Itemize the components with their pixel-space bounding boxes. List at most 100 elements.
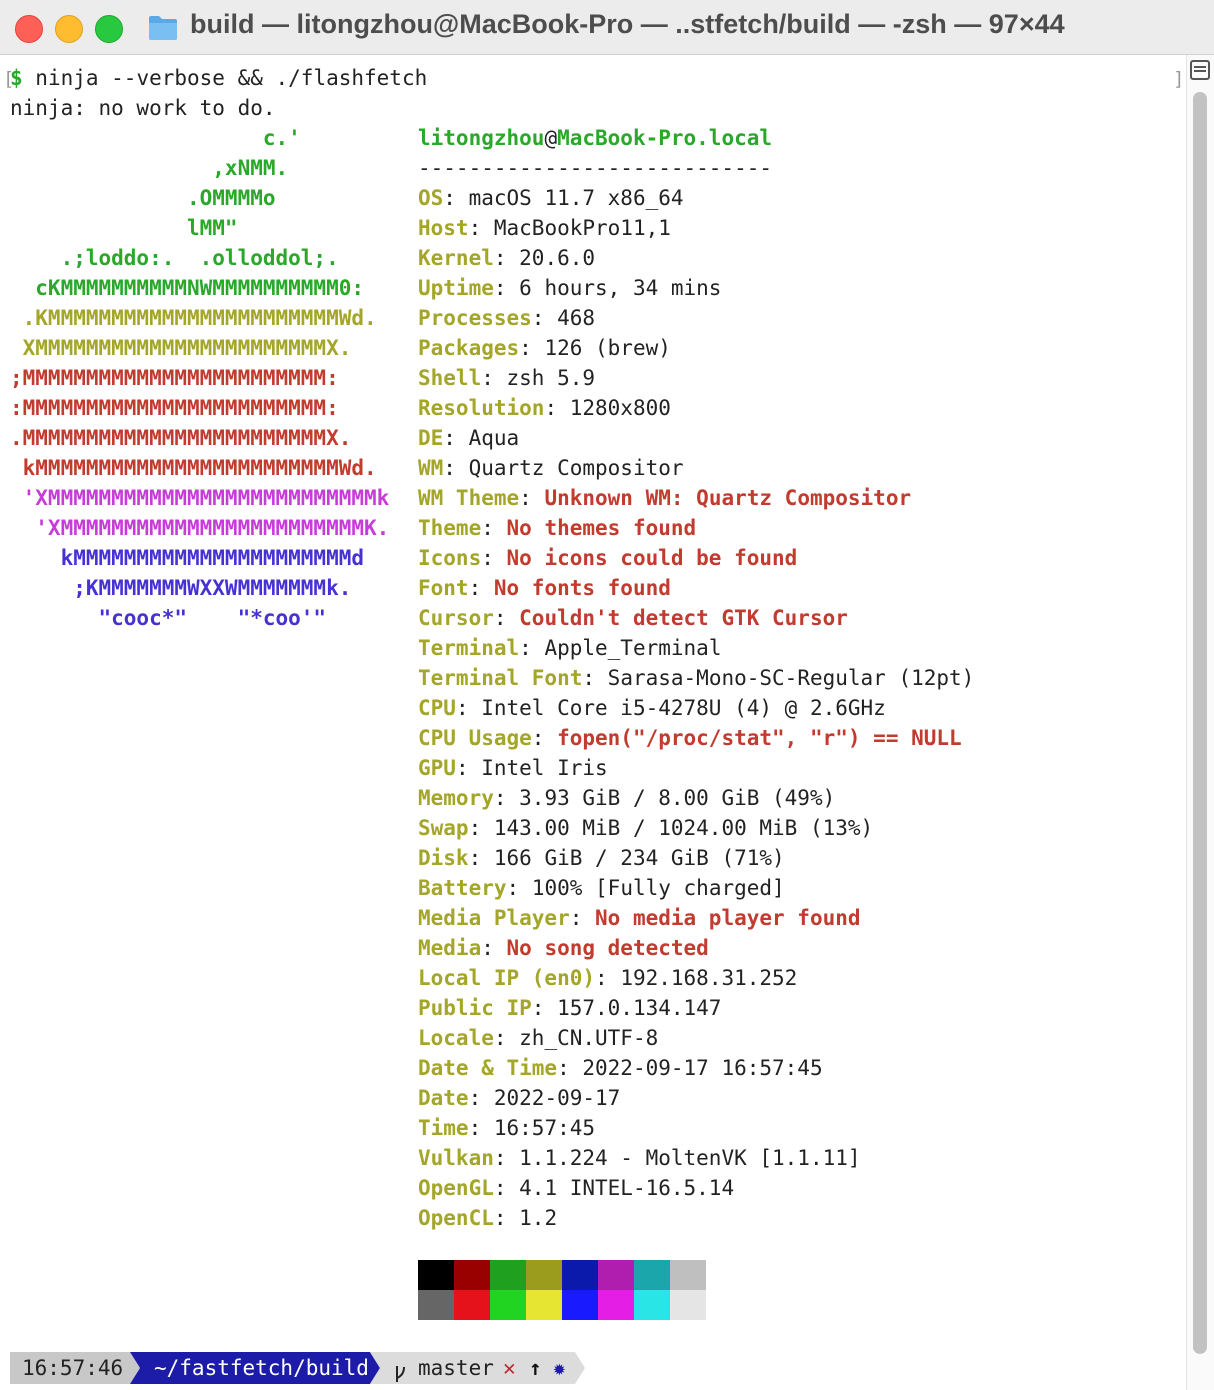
info-row: CPU: Intel Core i5-4278U (4) @ 2.6GHz [418,693,886,723]
logo-line: lMM" [10,216,238,240]
info-error-value: fopen("/proc/stat", "r") == NULL [557,726,962,750]
prompt-path: ~/fastfetch/build [154,1356,369,1380]
close-button[interactable] [15,15,43,43]
logo-line: "cooc*" "*coo'" [10,606,327,630]
info-row: Shell: zsh 5.9 [418,363,595,393]
info-value: 1.2 [519,1206,558,1230]
info-row: Battery: 100% [Fully charged] [418,873,785,903]
info-value: macOS 11.7 x86_64 [468,186,684,210]
palette-swatch-normal-1 [454,1260,490,1290]
ahead-status-icon: ↑ [529,1356,542,1380]
zoom-button[interactable] [95,15,123,43]
logo-line: .OMMMMo [10,186,276,210]
info-key: CPU Usage [418,726,532,750]
info-colon: : [493,1146,520,1170]
logo-line: ,xNMM. [10,156,289,180]
info-row: Time: 16:57:45 [418,1113,595,1143]
info-key: Theme [418,516,482,540]
prompt-branch: master [418,1356,494,1380]
info-row: WM Theme: Unknown WM: Quartz Compositor [418,483,911,513]
info-error-value: No media player found [595,906,861,930]
split-pane-icon[interactable] [1189,59,1211,81]
git-branch-icon [396,1366,405,1382]
info-colon: : [595,966,621,990]
info-row: DE: Aqua [418,423,519,453]
info-value: 143.00 MiB / 1024.00 MiB (13%) [493,816,874,840]
folder-icon [149,16,177,40]
window-title: build — litongzhou@MacBook-Pro — ..stfet… [190,9,1065,39]
info-row: OS: macOS 11.7 x86_64 [418,183,684,213]
info-colon: : [493,1206,520,1230]
info-key: Public IP [418,996,532,1020]
palette-swatch-bright-7 [670,1290,706,1320]
info-key: Terminal [418,636,520,660]
info-row: OpenCL: 1.2 [418,1203,557,1233]
info-key: Processes [418,306,532,330]
logo-line: .KMMMMMMMMMMMMMMMMMMMMMMMWd. [10,306,377,330]
info-value: 16:57:45 [493,1116,596,1140]
palette-swatch-bright-0 [418,1290,454,1320]
terminal-output[interactable]: $ ninja --verbose && ./flashfetch ninja:… [0,55,1184,1390]
info-row: Resolution: 1280x800 [418,393,671,423]
logo-line: 'XMMMMMMMMMMMMMMMMMMMMMMMMMMk [10,486,390,510]
info-row: Local IP (en0): 192.168.31.252 [418,963,797,993]
info-colon: : [519,336,545,360]
info-key: Uptime [418,276,494,300]
info-row: Uptime: 6 hours, 34 mins [418,273,721,303]
info-colon: : [582,666,608,690]
info-key: Memory [418,786,494,810]
info-value: 100% [Fully charged] [531,876,785,900]
palette-swatch-normal-0 [418,1260,454,1290]
at-sign: @ [544,126,558,150]
logo-line: XMMMMMMMMMMMMMMMMMMMMMMMX. [10,336,352,360]
info-key: Shell [418,366,482,390]
title-bar: build — litongzhou@MacBook-Pro — ..stfet… [0,0,1214,55]
info-colon: : [569,906,596,930]
info-colon: : [443,426,469,450]
info-key: WM [418,456,444,480]
info-value: 166 GiB / 234 GiB (71%) [493,846,785,870]
info-value: 1.1.224 - MoltenVK [1.1.11] [519,1146,861,1170]
minimize-button[interactable] [55,15,83,43]
info-row: Processes: 468 [418,303,595,333]
info-colon: : [506,876,532,900]
info-key: Media [418,936,482,960]
logo-line: ;KMMMMMMMWXXWMMMMMMMk. [10,576,352,600]
info-value: Intel Iris [481,756,608,780]
info-key: Packages [418,336,520,360]
info-value: 3.93 GiB / 8.00 GiB (49%) [519,786,836,810]
info-row: Cursor: Couldn't detect GTK Cursor [418,603,848,633]
info-key: CPU [418,696,456,720]
info-colon: : [531,306,558,330]
host-name: MacBook-Pro.local [557,126,773,150]
info-value: Sarasa-Mono-SC-Regular (12pt) [607,666,975,690]
info-colon: : [468,576,494,600]
info-key: Date [418,1086,469,1110]
info-value: 192.168.31.252 [620,966,798,990]
info-colon: : [531,996,558,1020]
info-value: zh_CN.UTF-8 [519,1026,659,1050]
info-error-value: Unknown WM: Quartz Compositor [544,486,912,510]
info-error-value: No fonts found [493,576,671,600]
info-row: GPU: Intel Iris [418,753,608,783]
info-colon: : [481,936,507,960]
scrollbar-thumb[interactable] [1193,92,1207,1354]
info-colon: : [455,756,482,780]
palette-swatch-bright-5 [598,1290,634,1320]
info-colon: : [519,636,545,660]
palette-swatch-normal-5 [598,1260,634,1290]
untracked-status-icon: ✹ [553,1356,566,1380]
info-value: 468 [557,306,596,330]
info-key: Resolution [418,396,545,420]
info-key: Time [418,1116,469,1140]
info-key: WM Theme [418,486,520,510]
prompt-symbol: $ [10,66,23,90]
ninja-output: ninja: no work to do. [10,96,276,120]
info-key: Terminal Font [418,666,583,690]
info-colon: : [493,246,520,270]
info-colon: : [481,546,507,570]
info-value: Aqua [468,426,520,450]
info-row: Icons: No icons could be found [418,543,797,573]
info-key: OS [418,186,444,210]
info-colon: : [481,516,507,540]
